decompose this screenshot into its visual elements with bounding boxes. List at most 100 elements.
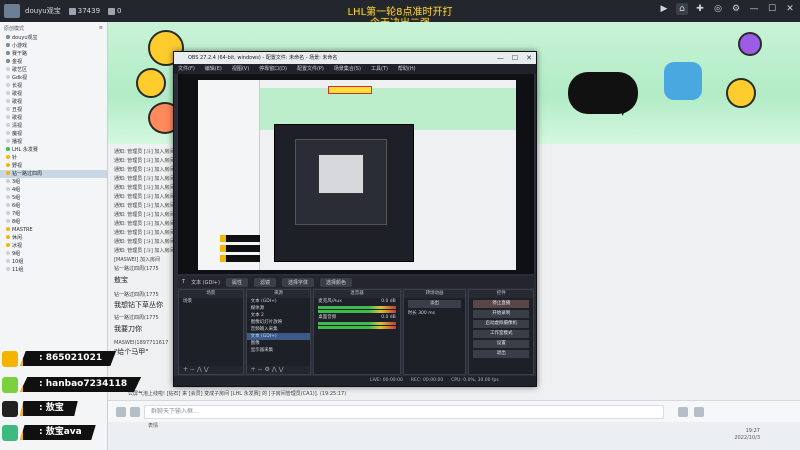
chat-input-bar: 群聊天下输入框... (108, 400, 800, 422)
control-button[interactable]: 启动虚拟摄像机 (473, 320, 530, 328)
sidebar-item-label: 歌视 (12, 115, 23, 121)
obs-close-icon[interactable]: ✕ (526, 52, 532, 64)
obs-menu-item[interactable]: 工具(T) (371, 64, 388, 74)
sidebar-item[interactable]: 歌视 (0, 90, 107, 98)
sidebar-item[interactable]: 6组 (0, 202, 107, 210)
sidebar-item[interactable]: 赛干路 (0, 50, 107, 58)
sidebar-item[interactable]: 播视 (0, 138, 107, 146)
sidebar-item[interactable]: 歌视 (0, 114, 107, 122)
sidebar-item[interactable]: 9组 (0, 250, 107, 258)
sidebar-item[interactable]: 冰视 (0, 242, 107, 250)
room-status-icon (6, 219, 10, 223)
badge-icon (2, 350, 18, 367)
obs-menu-item[interactable]: 编辑(E) (205, 64, 222, 74)
obs-minimize-icon[interactable]: — (497, 52, 504, 64)
room-status-icon (6, 187, 10, 191)
source-item[interactable]: 媒体源 (247, 305, 311, 312)
source-item[interactable]: 显示器采集 (247, 347, 311, 354)
chat-sender: 钻一路过四周(1775 (114, 292, 159, 298)
sidebar-item[interactable]: 4组 (0, 186, 107, 194)
system-notice: 公屏气泡上线啦! [钻石] 来 [会员] 变成子房间 [LHL 永发赛] 的 [… (128, 391, 347, 397)
sidebar-item[interactable]: 10组 (0, 258, 107, 266)
scene-item[interactable]: 场景 (179, 298, 243, 305)
sidebar-item[interactable]: 5组 (0, 194, 107, 202)
more-icon[interactable] (694, 407, 704, 417)
control-button[interactable]: 退出 (473, 350, 530, 358)
obs-menu-item[interactable]: 视图(V) (232, 64, 249, 74)
room-status-icon (6, 59, 10, 63)
source-item[interactable]: 音频输入采集 (247, 326, 311, 333)
properties-button[interactable]: 属性 (225, 277, 248, 287)
room-status-icon (6, 67, 10, 71)
sidebar-item[interactable]: 钻一路过四周 (0, 170, 107, 178)
select-color-button[interactable]: 选择颜色 (320, 277, 353, 287)
emoji-icon[interactable] (116, 407, 126, 417)
sidebar-item[interactable]: 8组 (0, 218, 107, 226)
sidebar-item[interactable]: MASTRE (0, 226, 107, 234)
sidebar-item-label: 冰视 (12, 243, 23, 249)
obs-menu-item[interactable]: 场景集合(S) (334, 64, 361, 74)
sidebar-item-label: 4组 (12, 187, 21, 193)
obs-menu-item[interactable]: 停靠窗口(D) (259, 64, 287, 74)
room-status-icon (6, 227, 10, 231)
sidebar-item[interactable]: 清视 (0, 122, 107, 130)
select-font-button[interactable]: 选择字体 (281, 277, 314, 287)
room-status-icon (6, 179, 10, 183)
obs-menu-item[interactable]: 文件(F) (178, 64, 195, 74)
source-item[interactable]: 图像 (247, 340, 311, 347)
sidebar-item[interactable]: 歌视 (0, 98, 107, 106)
sidebar-title: 原创模式 (4, 25, 25, 32)
sidebar-item[interactable]: LHL 永发赛 (0, 146, 107, 154)
sidebar-item[interactable]: 魔视 (0, 130, 107, 138)
sidebar-item[interactable]: 休闲 (0, 234, 107, 242)
source-item[interactable]: 图像幻灯片放映 (247, 319, 311, 326)
obs-menu-item[interactable]: 帮助(H) (398, 64, 416, 74)
duration-label: 时长 (407, 311, 417, 316)
sidebar-item[interactable]: 3组 (0, 178, 107, 186)
control-button[interactable]: 工作室模式 (473, 330, 530, 338)
sidebar-item[interactable]: 针 (0, 154, 107, 162)
transitions-dock: 转场动画 淡出 时长 300 ms (402, 289, 467, 375)
sidebar-item[interactable]: 金视 (0, 58, 107, 66)
sidebar-item[interactable]: 歌艺区 (0, 66, 107, 74)
mixer-db: 0.0 dB (381, 299, 396, 304)
duration-value[interactable]: 300 ms (418, 311, 435, 316)
control-button[interactable]: 停止直播 (473, 300, 530, 308)
sidebar-item-label: 魔视 (12, 131, 23, 137)
sidebar-item[interactable]: Gdk视 (0, 74, 107, 82)
volume-meter[interactable] (318, 322, 396, 325)
obs-preview[interactable] (178, 74, 534, 274)
preview-badges (220, 235, 260, 265)
danmu-badge: : 敖宝 (2, 400, 78, 417)
volume-meter[interactable] (318, 326, 396, 329)
sidebar-item[interactable]: 11组 (0, 266, 107, 274)
source-item[interactable]: 文本 (GDI+) (246, 333, 311, 340)
filters-button[interactable]: 滤镜 (253, 277, 276, 287)
sidebar-item[interactable]: 长视 (0, 82, 107, 90)
mixer-dock: 混音器 麦克风/Aux 0.0 dB 桌面音频 0.0 dB (313, 289, 401, 375)
volume-meter[interactable] (318, 310, 396, 313)
source-item[interactable]: 文本 2 (247, 312, 311, 319)
control-button[interactable]: 设置 (473, 340, 530, 348)
transition-select[interactable]: 淡出 (407, 300, 462, 308)
obs-menu-item[interactable]: 配置文件(P) (297, 64, 324, 74)
image-icon[interactable] (130, 407, 140, 417)
sidebar-item-label: 钻一路过四周 (12, 171, 43, 177)
sources-footer: + − ⚙ ⋀ ⋁ (246, 366, 311, 374)
sidebar-item-label: 播视 (12, 139, 23, 145)
volume-meter[interactable] (318, 306, 396, 309)
source-item[interactable]: 文本 (GDI+) (247, 298, 311, 305)
obs-maximize-icon[interactable]: ☐ (512, 52, 518, 64)
sidebar-item[interactable]: 7组 (0, 210, 107, 218)
sidebar-item[interactable]: douyu观宝 (0, 34, 107, 42)
sidebar-item[interactable]: 小游戏 (0, 42, 107, 50)
sidebar-item[interactable]: 野视 (0, 162, 107, 170)
sidebar-toggle-icon[interactable]: ≡ (99, 25, 103, 31)
sidebar-item[interactable]: 丑视 (0, 106, 107, 114)
obs-menu-bar: 文件(F) 编辑(E) 视图(V) 停靠窗口(D) 配置文件(P) 场景集合(S) 工具(T… (174, 64, 536, 74)
send-icon[interactable] (678, 407, 688, 417)
mixer-header: 混音器 (314, 290, 400, 298)
sidebar-item-label: 休闲 (12, 235, 23, 241)
control-button[interactable]: 开始录制 (473, 310, 530, 318)
chat-input[interactable]: 群聊天下输入框... (144, 405, 664, 419)
